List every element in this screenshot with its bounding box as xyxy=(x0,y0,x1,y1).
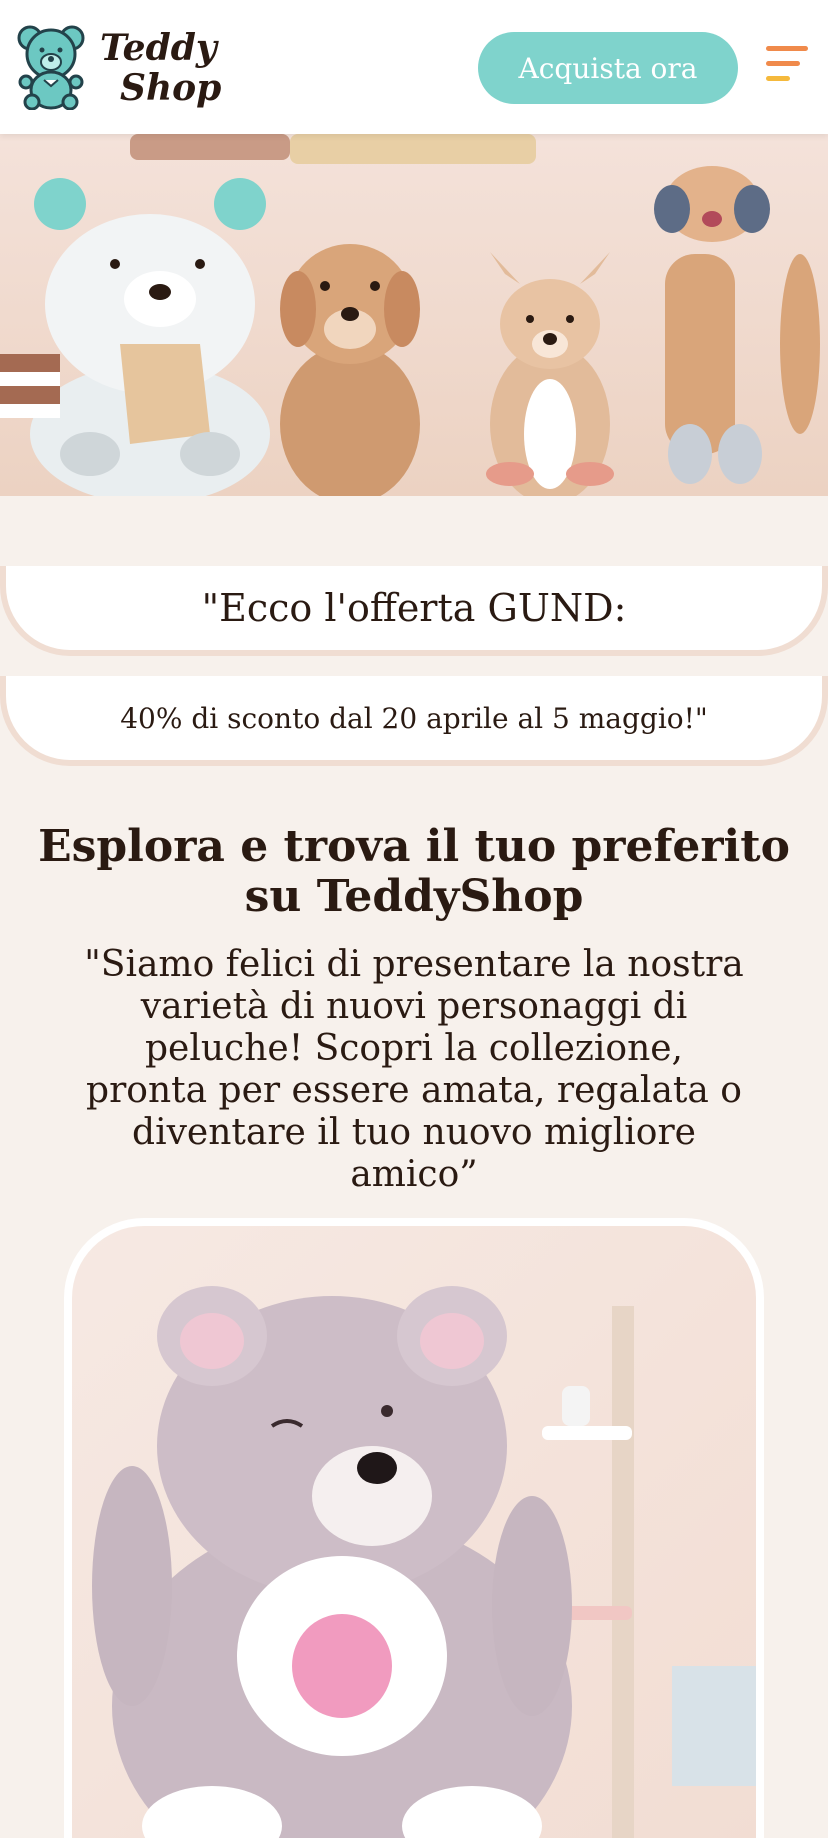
hero-banner-image xyxy=(0,134,828,496)
product-card[interactable] xyxy=(64,1218,764,1838)
hamburger-menu-icon[interactable] xyxy=(762,42,812,86)
logo[interactable]: Teddy Shop xyxy=(16,24,221,114)
logo-text: Teddy Shop xyxy=(80,28,221,108)
site-header: Teddy Shop Acquista ora xyxy=(0,0,828,134)
offer-banner: "Ecco l'offerta GUND: xyxy=(0,566,828,656)
logo-line-2: Shop xyxy=(120,67,222,109)
section-description: "Siamo felici di presentare la nostra va… xyxy=(84,944,744,1195)
logo-line-1: Teddy xyxy=(100,27,217,69)
offer-line-2: 40% di sconto dal 20 aprile al 5 maggio!… xyxy=(120,701,708,735)
offer-details-banner: 40% di sconto dal 20 aprile al 5 maggio!… xyxy=(0,676,828,766)
section-title: Esplora e trova il tuo preferito su Tedd… xyxy=(38,821,790,922)
teddy-bear-logo-icon xyxy=(17,25,85,110)
product-image xyxy=(72,1226,756,1838)
offer-line-1: "Ecco l'offerta GUND: xyxy=(201,586,627,630)
buy-now-button[interactable]: Acquista ora xyxy=(478,32,738,104)
